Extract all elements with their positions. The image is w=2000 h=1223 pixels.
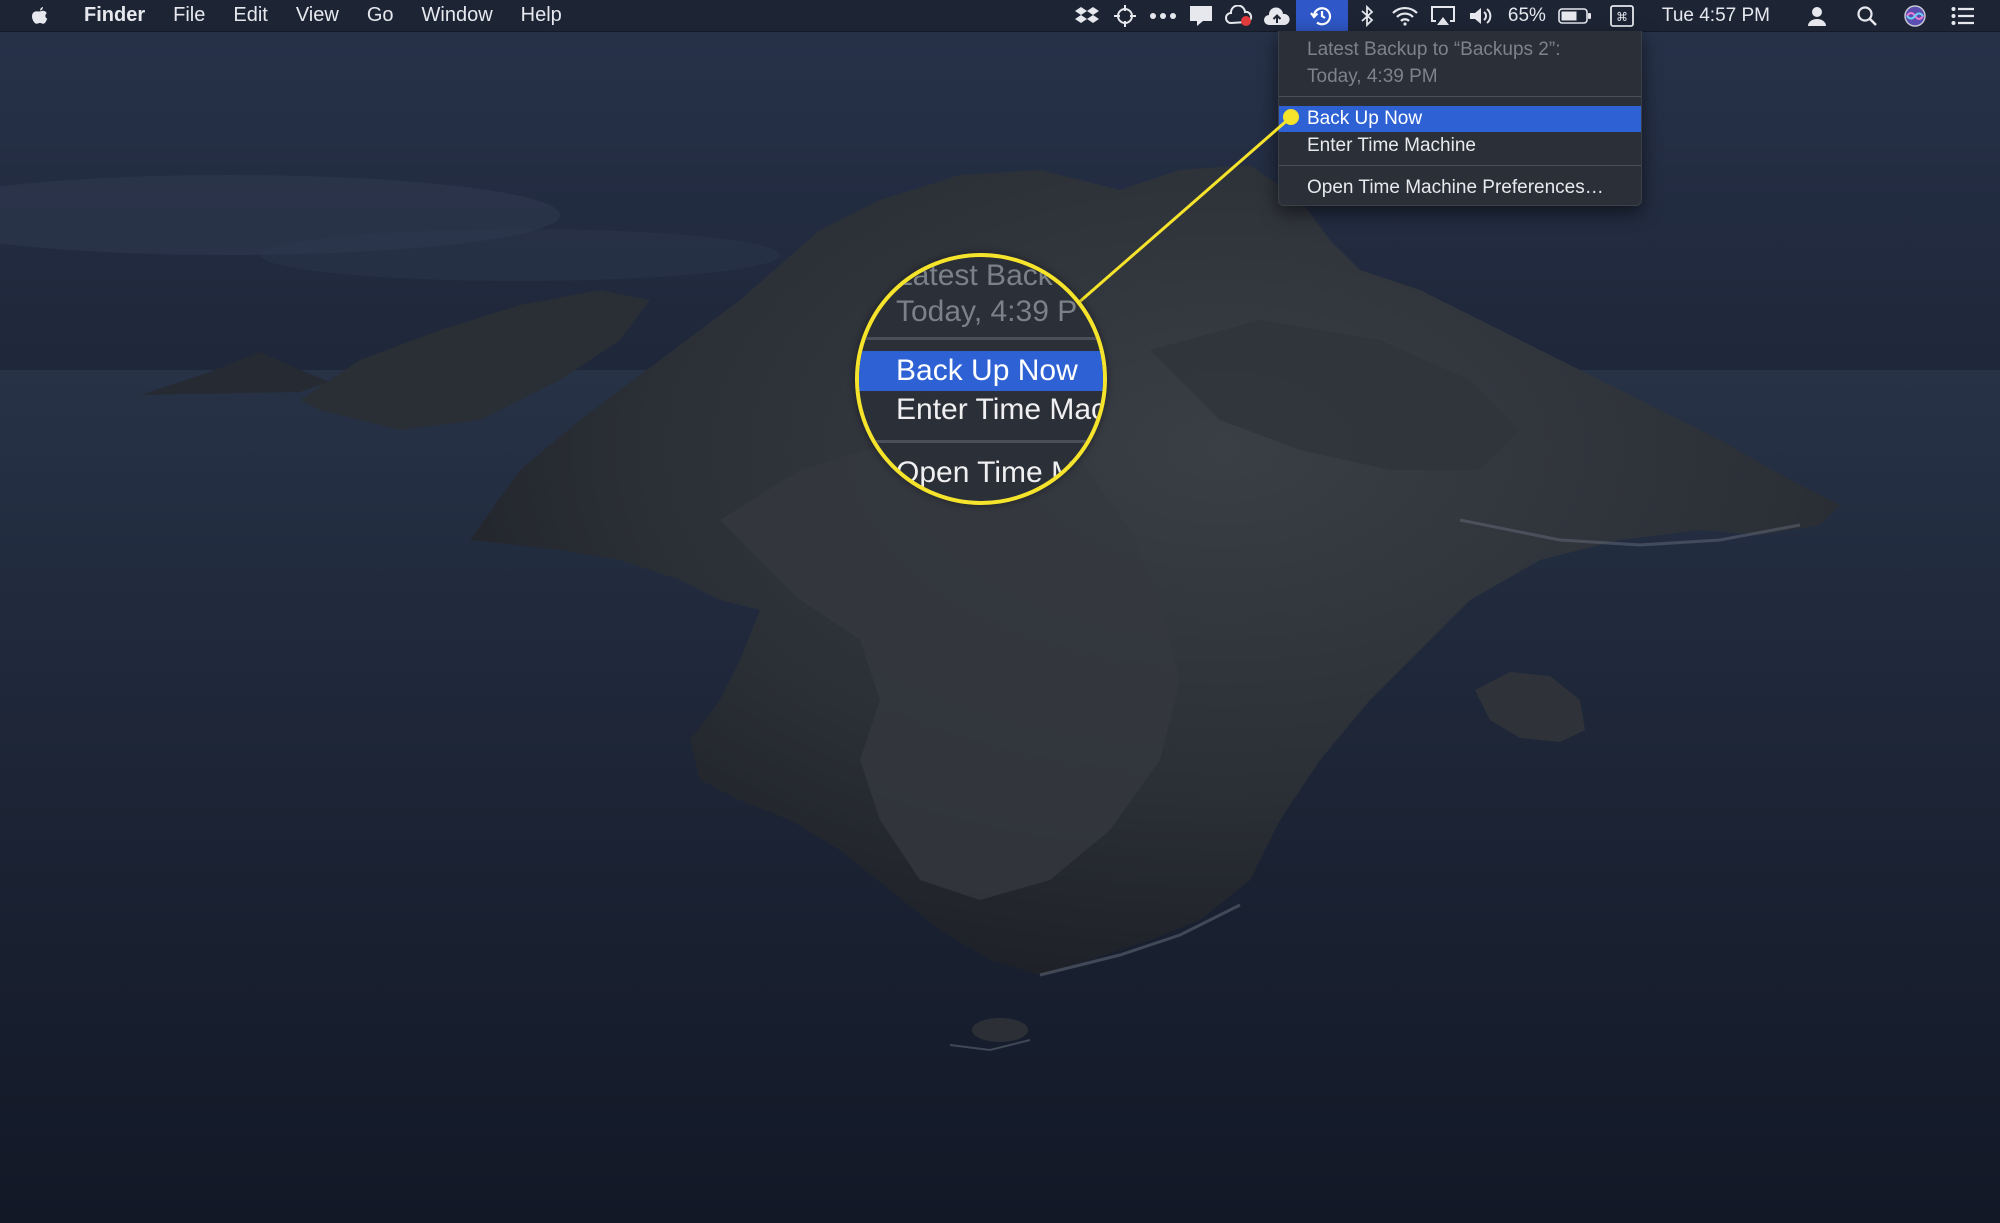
enter-time-machine-item[interactable]: Enter Time Machine [1279,133,1641,159]
callout-dot [1283,109,1299,125]
zoom-latest-backup-time: Today, 4:39 P [896,295,1078,328]
zoom-latest-backup-label: Latest Back [896,259,1053,292]
siri-icon[interactable] [1892,0,1938,31]
upload-cloud-icon[interactable] [1258,0,1296,31]
latest-backup-label: Latest Backup to “Backups 2”: [1307,39,1561,60]
svg-text:⌘: ⌘ [1616,10,1628,24]
cloud-sync-icon[interactable] [1220,0,1258,31]
wifi-icon[interactable] [1386,0,1424,31]
menu-clock[interactable]: Tue 4:57 PM [1648,0,1792,31]
zoom-separator [859,337,1103,340]
airplay-icon[interactable] [1424,0,1462,31]
search-icon[interactable] [1842,0,1892,31]
latest-backup-time: Today, 4:39 PM [1307,66,1438,87]
menu-bar-left: Finder File Edit View Go Window Help [0,0,576,31]
bluetooth-icon[interactable] [1348,0,1386,31]
menu-help[interactable]: Help [507,0,576,31]
open-time-machine-preferences-item[interactable]: Open Time Machine Preferences… [1279,175,1641,201]
menu-file[interactable]: File [159,0,219,31]
menu-bar: Finder File Edit View Go Window Help 65%… [0,0,2000,32]
notification-icon[interactable] [1182,0,1220,31]
latest-backup-info: Latest Backup to “Backups 2”: Today, 4:3… [1307,36,1560,90]
battery-percent: 65% [1507,5,1546,26]
list-icon[interactable] [1938,0,1988,31]
crosshair-icon[interactable] [1106,0,1144,31]
wallpaper-image [0,0,2000,1223]
menu-edit[interactable]: Edit [219,0,281,31]
time-machine-menu: Latest Backup to “Backups 2”: Today, 4:3… [1278,31,1642,206]
time-machine-icon[interactable] [1295,0,1348,31]
zoom-enter-time-machine: Enter Time Mac [896,393,1107,426]
battery-icon[interactable] [1554,0,1596,31]
menu-view[interactable]: View [282,0,353,31]
menu-separator [1279,96,1641,97]
volume-icon[interactable] [1462,0,1500,31]
menu-separator [1279,165,1641,166]
back-up-now-item[interactable]: Back Up Now [1279,106,1641,132]
menu-go[interactable]: Go [353,0,408,31]
dropbox-icon[interactable] [1068,0,1106,31]
menu-finder[interactable]: Finder [76,0,159,31]
user-icon[interactable] [1792,0,1842,31]
zoom-back-up-now: Back Up Now [859,351,1103,391]
zoom-separator [859,440,1103,443]
dots-icon[interactable] [1144,0,1182,31]
command-key-icon[interactable]: ⌘ [1596,0,1648,31]
apple-logo-icon[interactable] [22,0,56,31]
zoom-open-time-machine: Open Time M [896,456,1077,489]
zoom-magnifier: Latest Back Today, 4:39 P Back Up Now En… [855,253,1107,505]
menu-bar-status: 65% ⌘ Tue 4:57 PM [1068,0,2000,31]
menu-window[interactable]: Window [408,0,507,31]
desktop-wallpaper [0,0,2000,1223]
